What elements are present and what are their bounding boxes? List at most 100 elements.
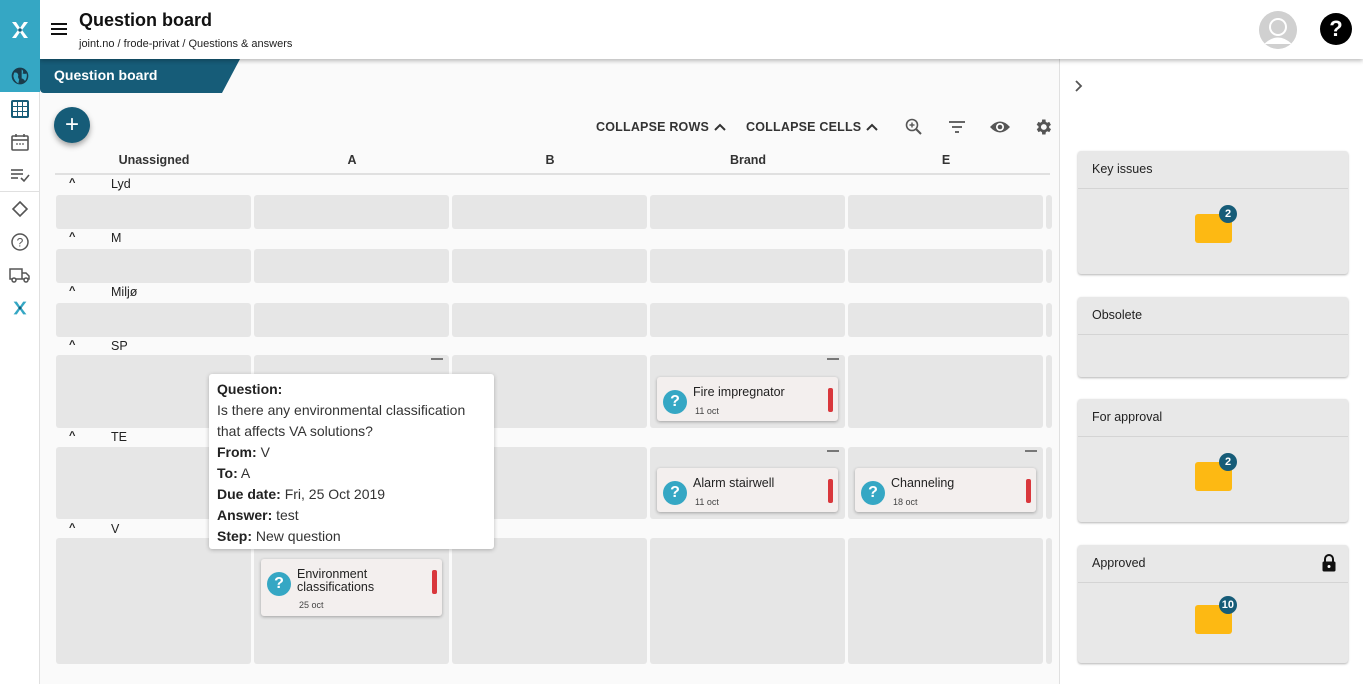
board-cell[interactable] [1046, 303, 1052, 337]
board-cell[interactable] [56, 538, 251, 664]
panel-title: Approved [1092, 556, 1146, 570]
eye-icon[interactable] [988, 115, 1012, 139]
question-card[interactable]: ? Channeling 18 oct [855, 468, 1036, 512]
question-card[interactable]: ? Environment classifications 25 oct [261, 559, 442, 616]
count-badge: 2 [1219, 205, 1237, 223]
collapse-row-icon[interactable]: ^ [69, 522, 75, 534]
board-cell[interactable] [650, 538, 845, 664]
tooltip-question: Is there any environmental classificatio… [217, 402, 466, 439]
question-tooltip: Question: Is there any environmental cla… [209, 374, 494, 549]
truck-icon[interactable] [0, 258, 40, 291]
lock-icon [1322, 554, 1336, 575]
tooltip-to: A [240, 465, 251, 481]
column-header[interactable]: A [254, 153, 450, 167]
tooltip-from: V [260, 444, 270, 460]
row-name: Miljø [111, 285, 138, 299]
help-icon[interactable]: ? [1320, 13, 1352, 45]
board-cell[interactable] [254, 249, 449, 283]
panel-key-issues: Key issues 2 [1078, 151, 1348, 274]
board-cell[interactable] [650, 303, 845, 337]
question-icon: ? [861, 481, 885, 505]
board-cell[interactable] [452, 249, 647, 283]
card-title: Environment classifications [297, 567, 375, 594]
folder-icon[interactable]: 2 [1195, 453, 1237, 491]
board-cell[interactable] [452, 195, 647, 229]
settings-icon[interactable] [1031, 115, 1055, 139]
board-cell[interactable] [650, 195, 845, 229]
question-card[interactable]: ? Fire impregnator 11 oct [657, 377, 838, 421]
tooltip-due-label: Due date: [217, 486, 281, 502]
joint-icon[interactable] [0, 291, 40, 324]
collapse-row-icon[interactable]: ^ [69, 285, 75, 297]
board-cell[interactable] [56, 303, 251, 337]
add-question-button[interactable]: + [54, 107, 90, 143]
filter-icon[interactable] [945, 115, 969, 139]
board-cell[interactable] [1046, 447, 1052, 519]
collapse-rows-button[interactable]: COLLAPSE ROWS [596, 120, 726, 134]
board-cell[interactable] [254, 195, 449, 229]
chevron-right-icon[interactable] [1074, 79, 1084, 97]
tooltip-to-label: To: [217, 465, 238, 481]
breadcrumb[interactable]: joint.no / frode-privat / Questions & an… [79, 38, 292, 50]
board-cell[interactable] [848, 195, 1043, 229]
priority-indicator [828, 388, 833, 412]
priority-indicator [432, 570, 437, 594]
panel-title: Key issues [1078, 151, 1348, 189]
board-cell[interactable] [452, 303, 647, 337]
board-cell[interactable] [1046, 195, 1052, 229]
collapse-row-icon[interactable]: ^ [69, 339, 75, 351]
board-cell[interactable] [56, 195, 251, 229]
svg-text:?: ? [17, 235, 24, 249]
collapse-cell-icon[interactable] [1025, 450, 1037, 452]
checklist-icon[interactable] [0, 158, 40, 191]
collapse-cells-button[interactable]: COLLAPSE CELLS [746, 120, 879, 134]
help-circle-icon[interactable]: ? [0, 225, 40, 258]
globe-icon[interactable] [0, 59, 40, 92]
folder-icon[interactable]: 2 [1195, 205, 1237, 243]
board-cell[interactable] [56, 249, 251, 283]
board-cell[interactable] [1046, 355, 1052, 428]
panel-header: Approved [1078, 545, 1348, 583]
board-cell[interactable] [1046, 538, 1052, 664]
tooltip-answer-label: Answer: [217, 507, 273, 523]
column-header[interactable]: E [848, 153, 1044, 167]
tooltip-step-label: Step: [217, 528, 252, 544]
collapse-cell-icon[interactable] [431, 358, 443, 360]
card-date: 11 oct [695, 406, 719, 416]
count-badge: 10 [1218, 596, 1237, 614]
tooltip-due: Fri, 25 Oct 2019 [284, 486, 386, 502]
board-cell[interactable] [848, 249, 1043, 283]
board-cell[interactable] [650, 249, 845, 283]
card-title: Fire impregnator [693, 385, 785, 399]
row-name: Lyd [111, 177, 131, 191]
board-cell[interactable] [848, 355, 1043, 428]
column-header[interactable]: B [452, 153, 648, 167]
priority-indicator [828, 479, 833, 503]
board-cell[interactable] [1046, 249, 1052, 283]
column-header[interactable]: Brand [650, 153, 846, 167]
avatar[interactable] [1259, 11, 1297, 49]
zoom-in-icon[interactable] [902, 115, 926, 139]
panel-for-approval: For approval 2 [1078, 399, 1348, 522]
grid-icon[interactable] [0, 92, 40, 125]
tab-question-board[interactable]: Question board [40, 59, 240, 93]
collapse-row-icon[interactable]: ^ [69, 177, 75, 189]
board-cell[interactable] [254, 303, 449, 337]
calendar-icon[interactable] [0, 125, 40, 158]
logo-icon[interactable] [0, 0, 40, 59]
left-rail: ? [0, 0, 40, 684]
board-cell[interactable] [848, 538, 1043, 664]
collapse-row-icon[interactable]: ^ [69, 231, 75, 243]
collapse-row-icon[interactable]: ^ [69, 430, 75, 442]
collapse-rows-label: COLLAPSE ROWS [596, 120, 710, 134]
column-header[interactable]: Unassigned [56, 153, 252, 167]
question-card[interactable]: ? Alarm stairwell 11 oct [657, 468, 838, 512]
diamond-icon[interactable] [0, 192, 40, 225]
collapse-cell-icon[interactable] [827, 358, 839, 360]
column-headers: Unassigned A B Brand E [55, 151, 1050, 175]
collapse-cell-icon[interactable] [827, 450, 839, 452]
board-cell[interactable] [848, 303, 1043, 337]
menu-icon[interactable] [50, 20, 68, 38]
folder-icon[interactable]: 10 [1195, 596, 1237, 634]
board-cell[interactable] [452, 538, 647, 664]
